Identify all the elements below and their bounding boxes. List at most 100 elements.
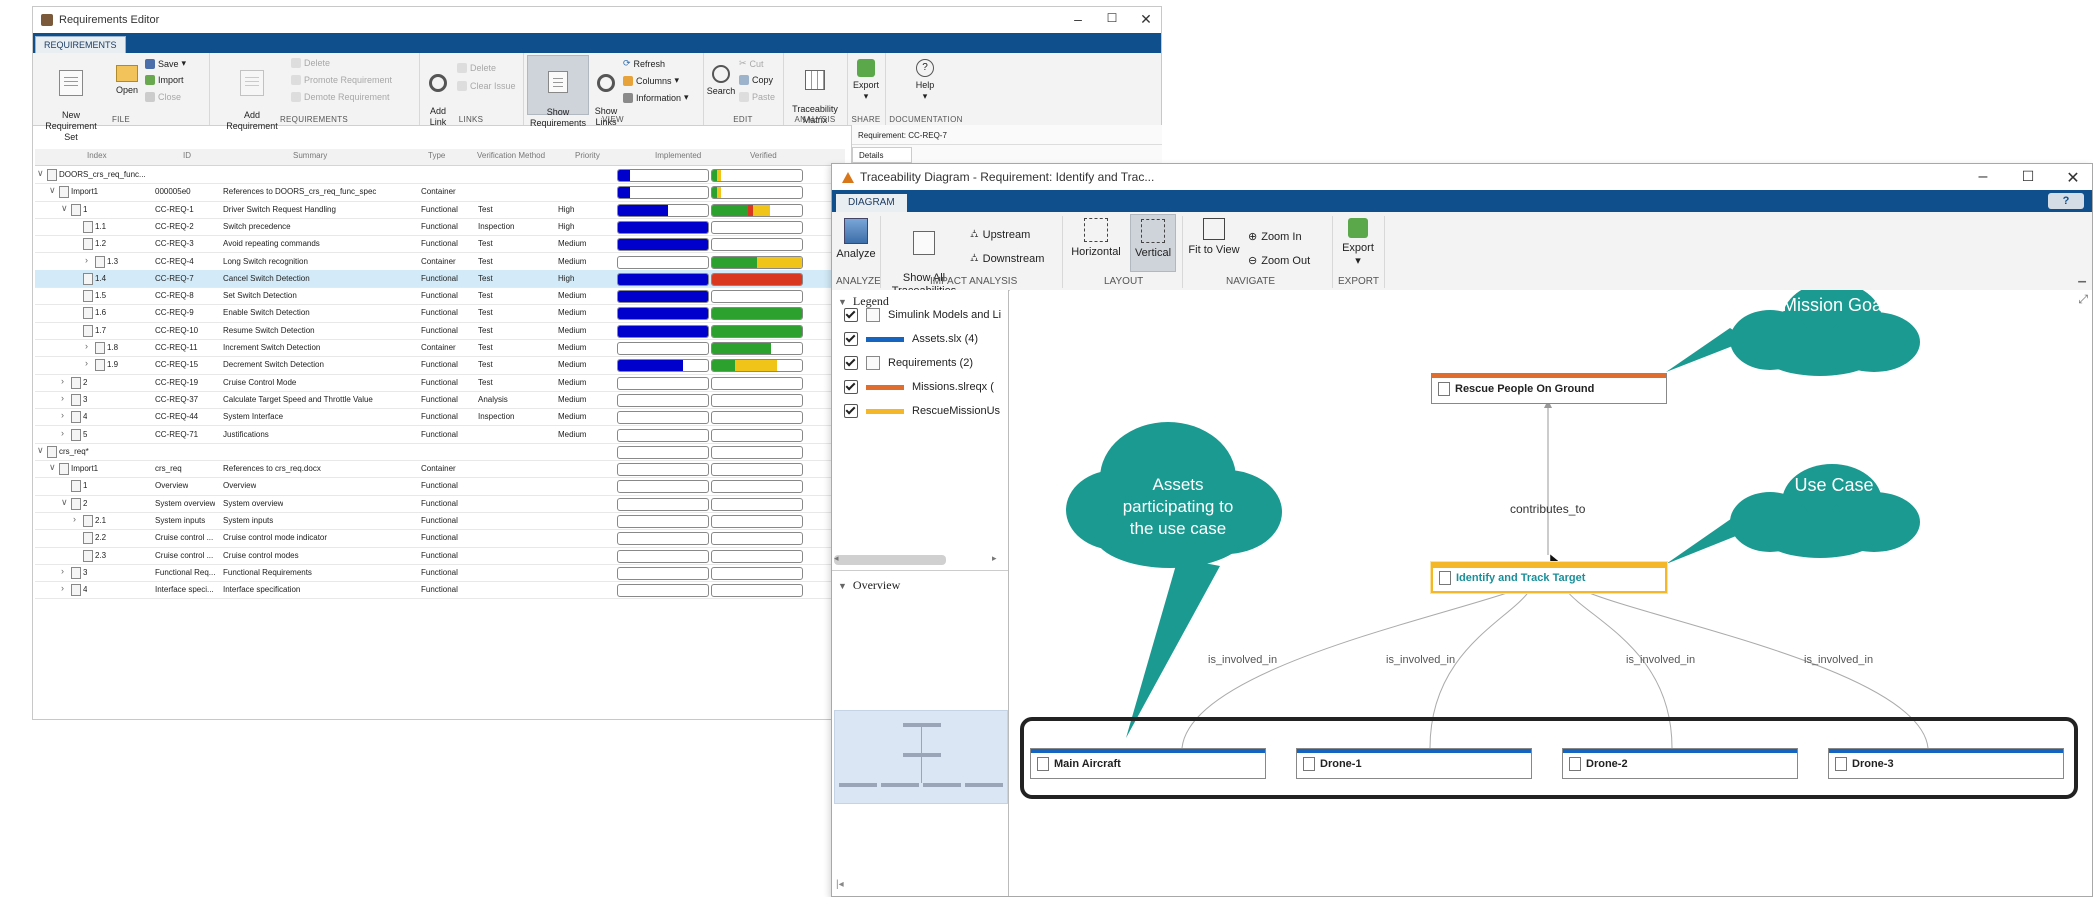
legend-scrollbar[interactable]	[834, 555, 946, 565]
column-header-type[interactable]: Type	[428, 151, 445, 160]
minimize-icon[interactable]: –	[1067, 11, 1089, 27]
legend-item[interactable]: Missions.slreqx (	[844, 380, 994, 394]
table-row[interactable]: › 5 CC-REQ-71 Justifications Functional Mediu…	[35, 426, 845, 444]
node-rescue-people[interactable]: Rescue People On Ground	[1431, 373, 1667, 404]
overview-minimap[interactable]	[834, 710, 1008, 804]
column-header-id[interactable]: ID	[183, 151, 191, 160]
trace-close-icon[interactable]: ✕	[2062, 168, 2084, 188]
table-row[interactable]: 1.7 CC-REQ-10 Resume Switch Detection Funct…	[35, 322, 845, 340]
horizontal-layout-button[interactable]: Horizontal	[1066, 218, 1126, 259]
column-header-priority[interactable]: Priority	[575, 151, 600, 160]
new-requirement-set-button[interactable]: New Requirement Set	[41, 59, 101, 143]
close-icon[interactable]: ✕	[1135, 11, 1157, 28]
column-header-verification-method[interactable]: Verification Method	[477, 151, 545, 160]
fit-to-view-button[interactable]: Fit to View	[1186, 218, 1242, 257]
node-main-aircraft[interactable]: Main Aircraft	[1030, 748, 1266, 779]
legend-header[interactable]: ▼ Legend	[838, 294, 889, 309]
search-button[interactable]: Search	[705, 59, 737, 97]
expand-arrow-icon[interactable]: ∨	[37, 445, 44, 456]
upstream-button[interactable]: ⛼ Upstream	[970, 228, 1030, 242]
column-header-index[interactable]: Index	[87, 151, 107, 160]
legend-item[interactable]: Requirements (2)	[844, 356, 973, 370]
columns-button[interactable]: Columns ▾	[623, 75, 679, 86]
expand-arrow-icon[interactable]: ∨	[61, 497, 68, 508]
table-row[interactable]: ∨ 2 System overview System overview Function…	[35, 495, 845, 513]
refresh-button[interactable]: ⟳ Refresh	[623, 58, 665, 69]
export-button[interactable]: Export ▾	[849, 59, 883, 102]
table-row[interactable]: ∨ Import1 crs_req References to crs_req.doc…	[35, 460, 845, 479]
table-row[interactable]: ∨ DOORS_crs_req_func...	[35, 166, 845, 185]
legend-checkbox[interactable]	[844, 404, 858, 418]
table-row[interactable]: › 1.8 CC-REQ-11 Increment Switch Detection C…	[35, 339, 845, 358]
delete-requirement-button[interactable]: Delete	[291, 58, 330, 68]
vertical-layout-button[interactable]: Vertical	[1130, 214, 1176, 272]
collapse-arrow-icon[interactable]: ›	[61, 410, 64, 420]
legend-item[interactable]: RescueMissionUs	[844, 404, 1000, 418]
table-row[interactable]: 1.6 CC-REQ-9 Enable Switch Detection Functi…	[35, 304, 845, 323]
delete-link-button[interactable]: Delete	[457, 63, 496, 73]
zoom-out-button[interactable]: ⊖ Zoom Out	[1248, 254, 1310, 268]
show-requirements-button[interactable]: Show Requirements	[527, 55, 589, 128]
legend-checkbox[interactable]	[844, 356, 858, 370]
legend-checkbox[interactable]	[844, 380, 858, 394]
save-button[interactable]: Save ▾	[145, 58, 186, 69]
table-row[interactable]: › 3 Functional Req... Functional Requiremen…	[35, 564, 845, 583]
open-button[interactable]: Open	[109, 59, 145, 96]
information-button[interactable]: Information ▾	[623, 92, 689, 103]
collapse-arrow-icon[interactable]: ›	[61, 376, 64, 386]
trace-minimize-icon[interactable]: –	[1972, 168, 1994, 186]
table-row[interactable]: 1.2 CC-REQ-3 Avoid repeating commands Funct…	[35, 235, 845, 254]
legend-checkbox[interactable]	[844, 332, 858, 346]
copy-button[interactable]: Copy	[739, 75, 773, 85]
legend-checkbox[interactable]	[844, 308, 858, 322]
tab-details[interactable]: Details	[852, 147, 912, 163]
collapse-panel-icon[interactable]: |◂	[836, 879, 844, 890]
export-diagram-button[interactable]: Export ▾	[1336, 218, 1380, 268]
tab-diagram[interactable]: DIAGRAM	[836, 194, 907, 212]
table-row[interactable]: 2.3 Cruise control ... Cruise control mode…	[35, 547, 845, 565]
column-header-summary[interactable]: Summary	[293, 151, 327, 160]
maximize-icon[interactable]: ☐	[1101, 11, 1123, 25]
overview-header[interactable]: ▼ Overview	[838, 578, 900, 593]
diagram-canvas[interactable]: Mission Goal Use Case Assets participati…	[1010, 290, 2092, 896]
collapse-arrow-icon[interactable]: ›	[73, 514, 76, 524]
table-row[interactable]: 1.5 CC-REQ-8 Set Switch Detection Functiona…	[35, 287, 845, 306]
promote-requirement-button[interactable]: Promote Requirement	[291, 75, 392, 85]
zoom-in-button[interactable]: ⊕ Zoom In	[1248, 230, 1302, 244]
tab-requirements[interactable]: REQUIREMENTS	[35, 36, 126, 54]
demote-requirement-button[interactable]: Demote Requirement	[291, 92, 390, 102]
collapse-arrow-icon[interactable]: ›	[61, 583, 64, 593]
table-row[interactable]: › 2 CC-REQ-19 Cruise Control Mode Functional…	[35, 374, 845, 392]
expand-canvas-icon[interactable]: ⤢	[2078, 292, 2088, 307]
collapse-arrow-icon[interactable]: ›	[85, 358, 88, 368]
import-button[interactable]: Import	[145, 75, 184, 85]
column-header-verified[interactable]: Verified	[750, 151, 777, 160]
clear-issue-button[interactable]: Clear Issue	[457, 81, 516, 91]
expand-arrow-icon[interactable]: ∨	[49, 185, 56, 196]
collapse-ribbon-icon[interactable]: ▁	[2078, 272, 2086, 283]
trace-maximize-icon[interactable]: ☐	[2017, 168, 2039, 185]
node-identify-track-target[interactable]: Identify and Track Target	[1431, 562, 1667, 593]
expand-arrow-icon[interactable]: ∨	[61, 203, 68, 214]
table-row[interactable]: › 2.1 System inputs System inputs Functional	[35, 512, 845, 531]
table-row[interactable]: ∨ Import1 000005e0 References to DOORS_crs_…	[35, 183, 845, 202]
collapse-arrow-icon[interactable]: ›	[85, 255, 88, 265]
help-question-icon[interactable]: ?	[2048, 193, 2084, 209]
downstream-button[interactable]: ⛼ Downstream	[970, 252, 1044, 266]
table-row[interactable]: › 3 CC-REQ-37 Calculate Target Speed and Th…	[35, 391, 845, 410]
cut-button[interactable]: ✂ Cut	[739, 58, 764, 69]
close-button[interactable]: Close	[145, 92, 181, 102]
table-row[interactable]: ∨ 1 CC-REQ-1 Driver Switch Request Handling…	[35, 201, 845, 219]
scroll-right-icon[interactable]: ▸	[992, 553, 997, 564]
legend-item[interactable]: Assets.slx (4)	[844, 332, 978, 346]
paste-button[interactable]: Paste	[739, 92, 775, 102]
table-row[interactable]: › 1.9 CC-REQ-15 Decrement Switch Detection F…	[35, 356, 845, 375]
analyze-button[interactable]: Analyze	[836, 218, 876, 261]
table-row[interactable]: 1.4 CC-REQ-7 Cancel Switch Detection Functi…	[35, 269, 845, 289]
collapse-arrow-icon[interactable]: ›	[61, 428, 64, 438]
collapse-arrow-icon[interactable]: ›	[85, 341, 88, 351]
table-row[interactable]: › 4 CC-REQ-44 System Interface Functional Ins…	[35, 408, 845, 427]
legend-item[interactable]: Simulink Models and Li	[844, 308, 1001, 322]
column-header-implemented[interactable]: Implemented	[655, 151, 701, 160]
node-drone-3[interactable]: Drone-3	[1828, 748, 2064, 779]
